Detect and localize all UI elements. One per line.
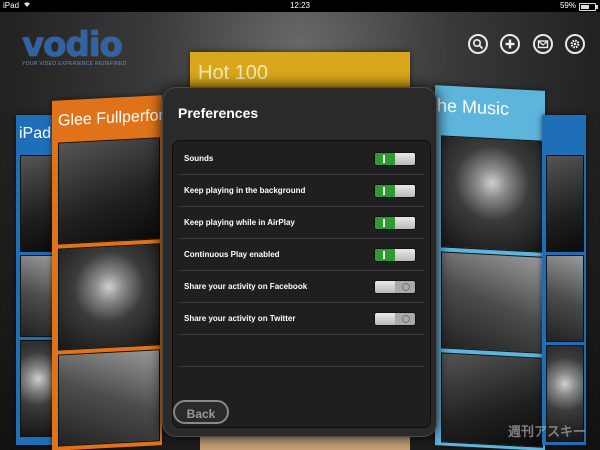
video-thumbnail[interactable] — [441, 251, 543, 354]
pref-label: Share your activity on Twitter — [184, 314, 296, 323]
panel-title-hot100: Hot 100 — [198, 62, 269, 84]
add-icon[interactable] — [500, 34, 521, 54]
pref-label: Sounds — [184, 154, 214, 163]
status-bar: iPad 12:23 59% — [0, 0, 600, 12]
logo-tagline: YOUR VIDEO EXPERIENCE REDEFINED — [22, 61, 127, 67]
pref-label: Continuous Play enabled — [184, 250, 280, 259]
battery-icon — [579, 3, 598, 11]
pref-row-airplay: Keep playing while in AirPlay — [179, 207, 424, 239]
preferences-dialog: Preferences Sounds Keep playing in the b… — [162, 87, 437, 437]
pref-row-continuous: Continuous Play enabled — [179, 239, 424, 271]
pref-label: Share your activity on Facebook — [184, 282, 308, 291]
category-panel-right[interactable] — [542, 115, 586, 445]
video-thumbnail[interactable] — [58, 243, 160, 351]
video-thumbnail[interactable] — [58, 349, 160, 447]
mail-icon[interactable] — [532, 34, 553, 54]
airplay-toggle[interactable] — [374, 216, 416, 230]
panel-title-music: he Music — [437, 95, 510, 119]
twitter-share-toggle[interactable] — [374, 312, 416, 326]
logo-name: vodio — [22, 25, 123, 65]
pref-row-empty — [179, 335, 424, 367]
category-panel-music[interactable]: he Music — [435, 85, 545, 450]
category-panel-glee[interactable]: Glee Fullperform — [52, 95, 162, 450]
battery-percent: 59% — [559, 1, 576, 10]
pref-row-background: Keep playing in the background — [179, 175, 424, 207]
video-thumbnail[interactable] — [441, 135, 543, 253]
top-toolbar — [460, 34, 585, 59]
panel-title-glee: Glee Fullperform — [58, 107, 162, 130]
video-thumbnail[interactable] — [546, 155, 584, 252]
search-icon[interactable] — [467, 34, 488, 54]
pref-row-empty — [179, 367, 424, 398]
app-stage: vodio YOUR VIDEO EXPERIENCE REDEFINED iP… — [0, 12, 600, 450]
pref-row-facebook: Share your activity on Facebook — [179, 271, 424, 303]
gear-icon[interactable] — [565, 34, 585, 54]
dialog-title: Preferences — [178, 105, 259, 121]
status-time: 12:23 — [289, 1, 311, 10]
continuous-play-toggle[interactable] — [374, 248, 416, 262]
vodio-logo: vodio YOUR VIDEO EXPERIENCE REDEFINED — [22, 25, 127, 67]
back-button[interactable]: Back — [173, 400, 229, 424]
facebook-share-toggle[interactable] — [374, 280, 416, 294]
watermark: 週刊アスキー — [507, 424, 586, 439]
background-play-toggle[interactable] — [374, 184, 416, 198]
pref-label: Keep playing while in AirPlay — [184, 218, 295, 227]
pref-row-sounds: Sounds — [179, 143, 424, 175]
sounds-toggle[interactable] — [374, 152, 416, 166]
video-thumbnail[interactable] — [20, 155, 56, 252]
preferences-list: Sounds Keep playing in the background Ke… — [172, 140, 431, 428]
video-thumbnail[interactable] — [20, 340, 56, 437]
pref-label: Keep playing in the background — [184, 186, 306, 195]
pref-row-twitter: Share your activity on Twitter — [179, 303, 424, 335]
video-thumbnail[interactable] — [58, 137, 160, 245]
video-thumbnail[interactable] — [20, 255, 56, 337]
video-thumbnail[interactable] — [546, 255, 584, 342]
